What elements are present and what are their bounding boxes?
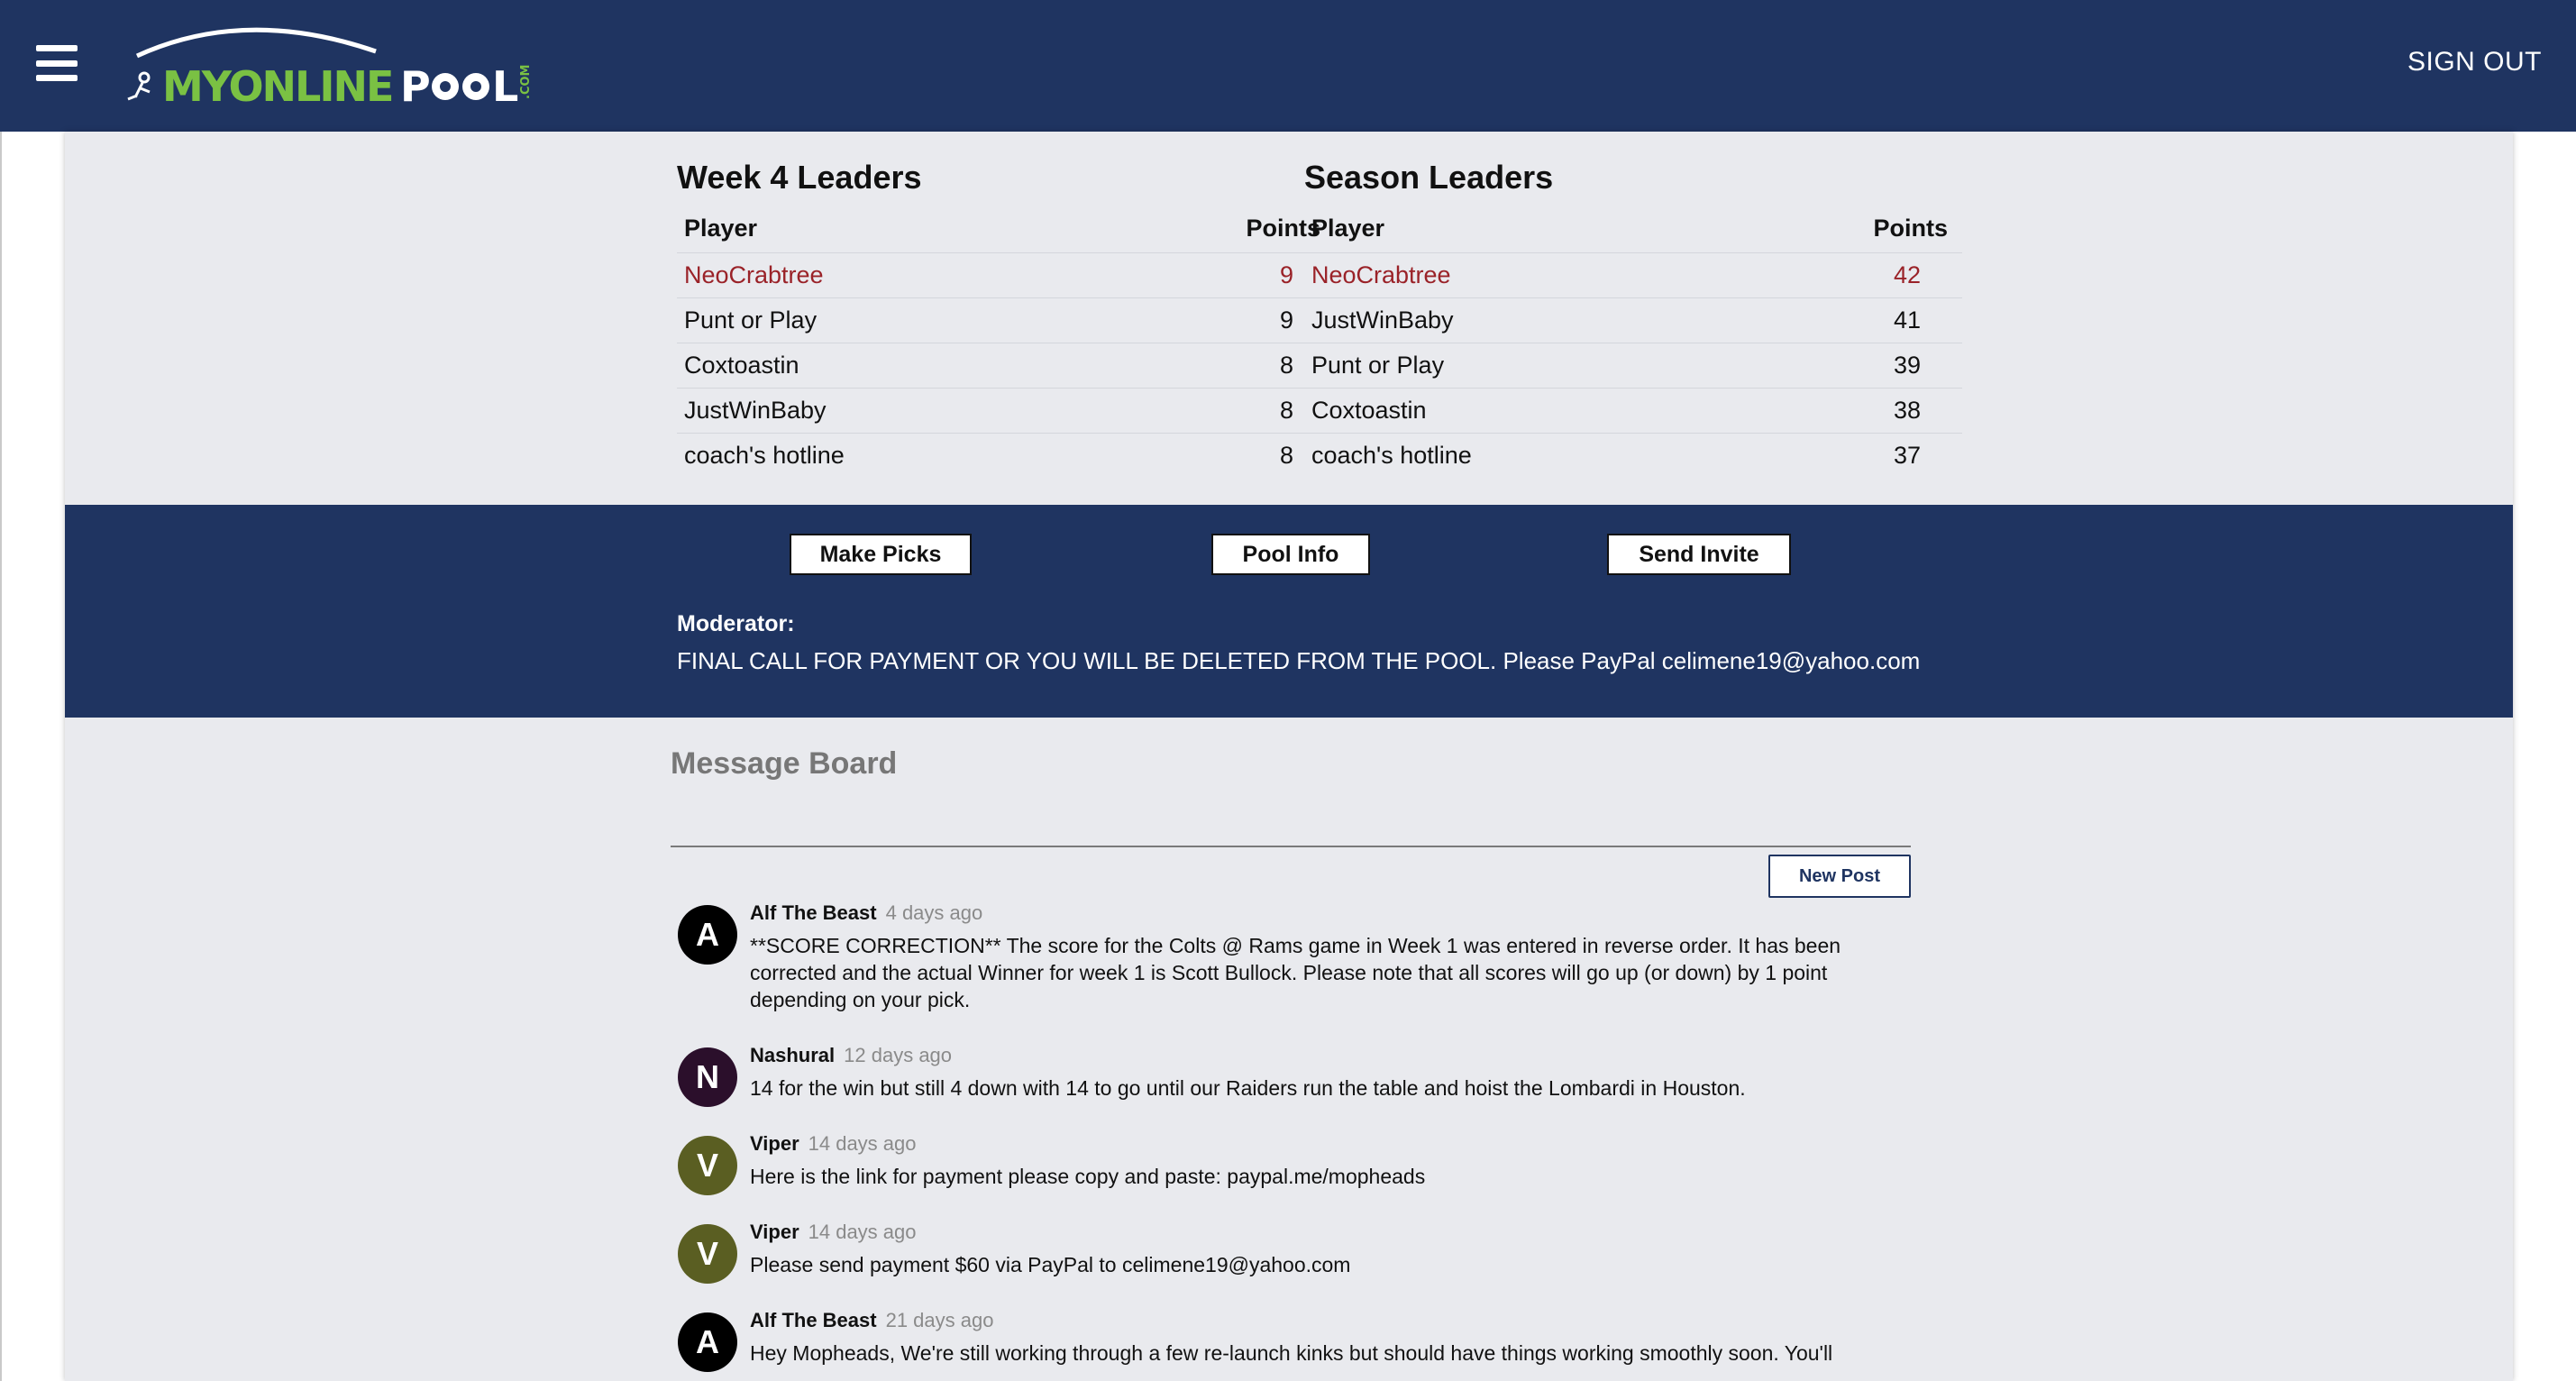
message-board-divider	[671, 846, 1911, 847]
player-points: 9	[1094, 297, 1335, 343]
post-text: Please send payment $60 via PayPal to ce…	[750, 1253, 1351, 1276]
svg-text:P: P	[400, 62, 429, 110]
moderator-label: Moderator:	[677, 611, 795, 636]
post-author[interactable]: Nashural	[750, 1044, 835, 1066]
post-header: Alf The Beast 21 days ago	[750, 1309, 993, 1332]
post-text: Hey Mopheads, We're still working throug…	[750, 1341, 1833, 1365]
post-author[interactable]: Viper	[750, 1221, 799, 1243]
post-age: 4 days ago	[885, 901, 983, 924]
post-text: Here is the link for payment please copy…	[750, 1165, 1426, 1188]
week-leaders-panel: Week 4 Leaders Player Points NeoCrabtree…	[677, 159, 1335, 478]
player-name[interactable]: JustWinBaby	[1304, 297, 1722, 343]
player-points: 8	[1094, 388, 1335, 434]
player-name[interactable]: NeoCrabtree	[677, 252, 1095, 298]
player-points: 41	[1722, 297, 1962, 343]
logo-graphic: MYONLINE P L .COM	[127, 27, 533, 111]
player-points: 38	[1722, 388, 1962, 434]
post-header: Viper 14 days ago	[750, 1221, 917, 1244]
table-row: Coxtoastin 8	[677, 343, 1335, 389]
table-row: JustWinBaby 8	[677, 388, 1335, 434]
table-row: Punt or Play 9	[677, 297, 1335, 343]
player-points: 42	[1722, 252, 1962, 298]
post-author[interactable]: Viper	[750, 1132, 799, 1155]
column-header-points: Points	[1722, 206, 1962, 253]
column-header-points: Points	[1094, 206, 1335, 253]
top-nav-bar: MYONLINE P L .COM SIGN OUT	[0, 0, 2576, 132]
post-author[interactable]: Alf The Beast	[750, 901, 877, 924]
table-row: JustWinBaby 41	[1304, 297, 1962, 343]
table-row: Coxtoastin 38	[1304, 388, 1962, 434]
pool-info-button[interactable]: Pool Info	[1211, 534, 1370, 575]
table-row: Punt or Play 39	[1304, 343, 1962, 389]
player-name[interactable]: NeoCrabtree	[1304, 252, 1722, 298]
player-name[interactable]: coach's hotline	[1304, 433, 1722, 478]
table-row: coach's hotline 8	[677, 433, 1335, 478]
avatar: A	[678, 1312, 737, 1372]
svg-text:.COM: .COM	[519, 65, 533, 99]
post-age: 21 days ago	[885, 1309, 994, 1331]
make-picks-button[interactable]: Make Picks	[790, 534, 972, 575]
send-invite-button[interactable]: Send Invite	[1607, 534, 1791, 575]
avatar: A	[678, 905, 737, 965]
left-border	[0, 132, 2, 1381]
post-age: 14 days ago	[808, 1221, 917, 1243]
site-logo[interactable]: MYONLINE P L .COM	[119, 20, 543, 111]
new-post-button[interactable]: New Post	[1768, 855, 1911, 898]
week-leaders-table: Player Points NeoCrabtree 9 Punt or Play…	[677, 206, 1335, 478]
player-name[interactable]: JustWinBaby	[677, 388, 1095, 434]
table-row: coach's hotline 37	[1304, 433, 1962, 478]
player-name[interactable]: Coxtoastin	[677, 343, 1095, 389]
column-header-player: Player	[677, 206, 1095, 253]
table-row: NeoCrabtree 42	[1304, 252, 1962, 298]
action-band: Make Picks Pool Info Send Invite Moderat…	[65, 505, 2513, 718]
menu-icon[interactable]	[36, 45, 78, 81]
message-board-title: Message Board	[671, 746, 898, 781]
player-name[interactable]: coach's hotline	[677, 433, 1095, 478]
week-leaders-title: Week 4 Leaders	[677, 159, 922, 196]
season-leaders-panel: Season Leaders Player Points NeoCrabtree…	[1304, 159, 1962, 478]
post-text: **SCORE CORRECTION** The score for the C…	[750, 934, 1841, 1011]
post-header: Nashural 12 days ago	[750, 1044, 952, 1067]
post-text: 14 for the win but still 4 down with 14 …	[750, 1076, 1746, 1100]
column-header-player: Player	[1304, 206, 1722, 253]
player-points: 39	[1722, 343, 1962, 389]
player-points: 9	[1094, 252, 1335, 298]
season-leaders-title: Season Leaders	[1304, 159, 1554, 196]
sign-out-link[interactable]: SIGN OUT	[2407, 47, 2542, 78]
avatar: V	[678, 1224, 737, 1284]
post-age: 12 days ago	[844, 1044, 953, 1066]
moderator-message: FINAL CALL FOR PAYMENT OR YOU WILL BE DE…	[677, 647, 1921, 674]
post-author[interactable]: Alf The Beast	[750, 1309, 877, 1331]
svg-text:L: L	[492, 62, 518, 110]
table-row: NeoCrabtree 9	[677, 252, 1335, 298]
svg-text:MYONLINE: MYONLINE	[162, 62, 392, 110]
player-name[interactable]: Punt or Play	[677, 297, 1095, 343]
player-name[interactable]: Punt or Play	[1304, 343, 1722, 389]
post-header: Alf The Beast 4 days ago	[750, 901, 982, 925]
pool-content: Week 4 Leaders Player Points NeoCrabtree…	[65, 132, 2513, 1381]
player-points: 8	[1094, 343, 1335, 389]
post-header: Viper 14 days ago	[750, 1132, 917, 1156]
player-name[interactable]: Coxtoastin	[1304, 388, 1722, 434]
avatar: V	[678, 1136, 737, 1195]
player-points: 8	[1279, 441, 1293, 469]
season-leaders-table: Player Points NeoCrabtree 42 JustWinBaby…	[1304, 206, 1962, 478]
post-age: 14 days ago	[808, 1132, 917, 1155]
avatar: N	[678, 1047, 737, 1107]
player-points: 37	[1893, 441, 1921, 469]
